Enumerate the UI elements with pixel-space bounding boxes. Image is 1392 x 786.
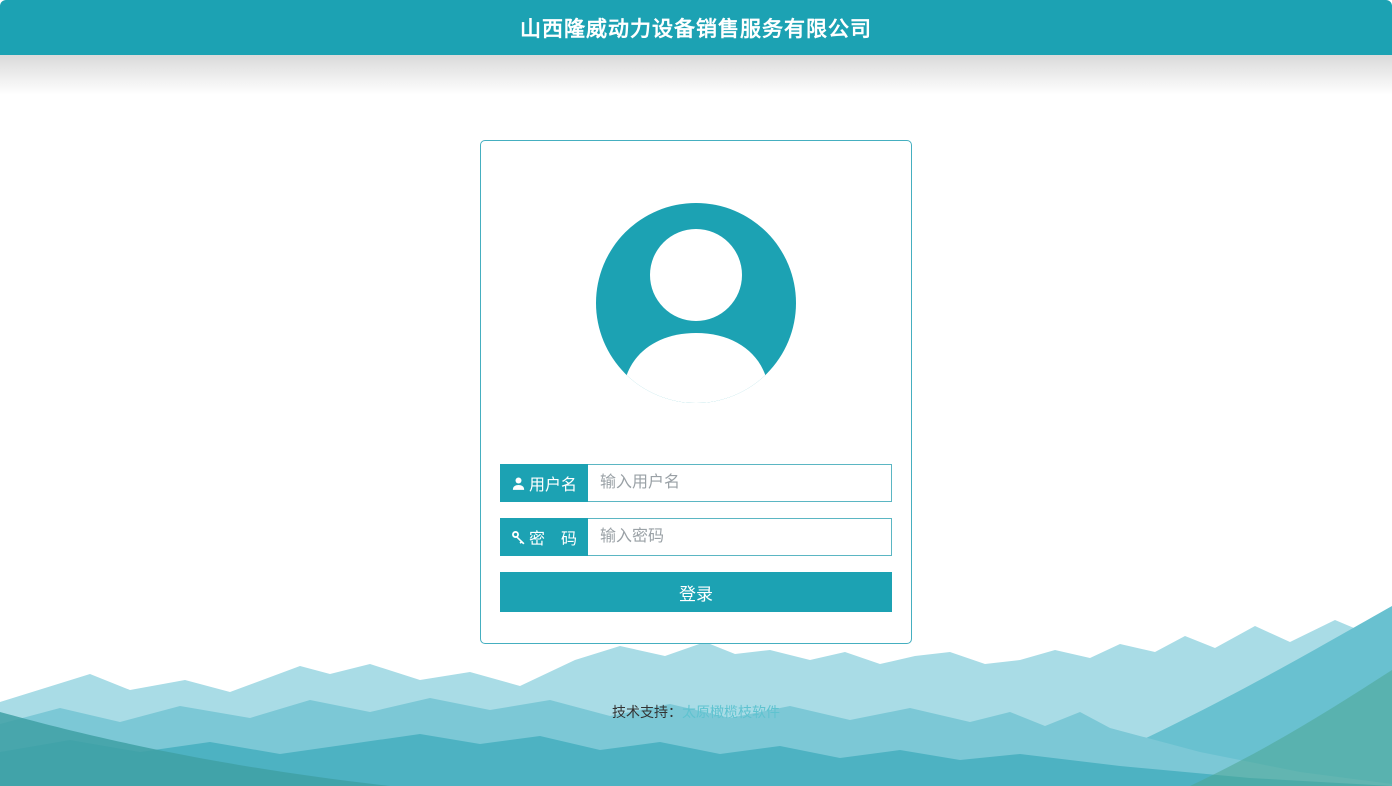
password-label-text: 密 码 [529, 525, 577, 549]
support-link[interactable]: 太原橄榄枝软件 [682, 704, 780, 720]
footer: 技术支持：太原橄榄枝软件 [0, 702, 1392, 722]
login-button[interactable]: 登录 [500, 572, 892, 612]
username-input[interactable] [588, 464, 892, 502]
user-avatar-icon [596, 203, 796, 403]
login-page: 山西隆威动力设备销售服务有限公司 [0, 0, 1392, 95]
app-header: 山西隆威动力设备销售服务有限公司 [0, 0, 1392, 55]
support-label: 技术支持： [612, 704, 682, 720]
user-icon [511, 476, 526, 491]
header-shadow [0, 55, 1392, 95]
key-icon [511, 530, 526, 545]
password-label: 密 码 [500, 518, 588, 556]
password-input[interactable] [588, 518, 892, 556]
username-label-text: 用户名 [529, 471, 577, 495]
username-row: 用户名 [500, 464, 892, 502]
login-card: 用户名 密 码 登录 [480, 140, 912, 644]
username-label: 用户名 [500, 464, 588, 502]
password-row: 密 码 [500, 518, 892, 556]
company-title: 山西隆威动力设备销售服务有限公司 [520, 13, 872, 43]
